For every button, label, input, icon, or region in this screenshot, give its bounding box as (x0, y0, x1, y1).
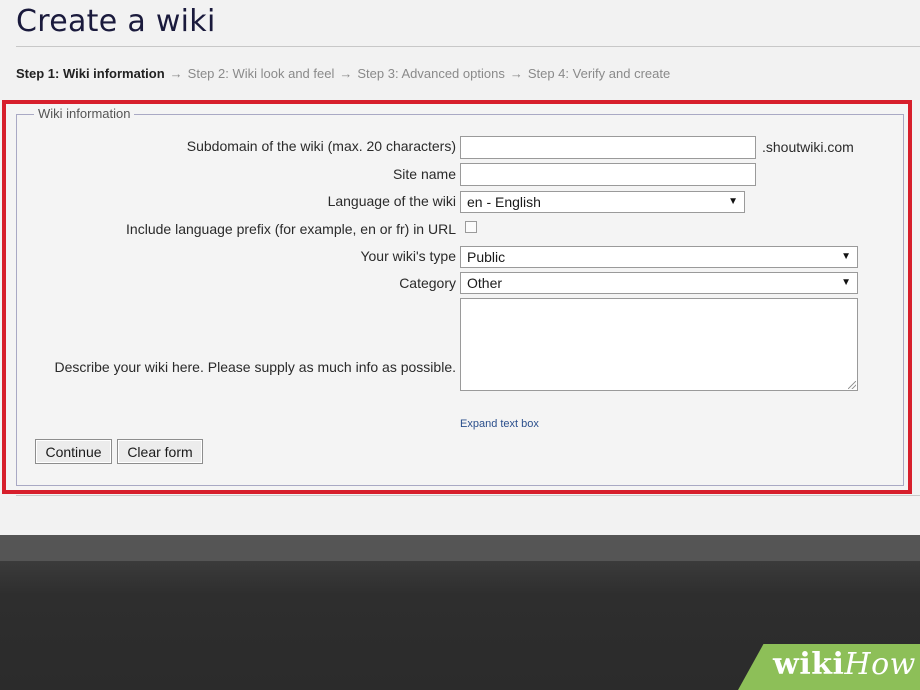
subdomain-input[interactable] (460, 136, 756, 159)
step-3: Step 3: Advanced options (357, 66, 505, 81)
category-label: Category (399, 275, 456, 291)
step-2: Step 2: Wiki look and feel (187, 66, 335, 81)
bezel-seam (0, 535, 920, 561)
page-area: Create a wiki Step 1: Wiki information → S… (0, 0, 920, 535)
logo-wiki: wiki (773, 647, 845, 682)
prefix-label: Include language prefix (for example, en… (126, 221, 456, 237)
chevron-down-icon: ▼ (841, 277, 851, 288)
category-select[interactable]: Other ▼ (460, 272, 858, 294)
chevron-down-icon: ▼ (841, 251, 851, 262)
wiki-type-selected-value: Public (467, 249, 506, 265)
step-arrow-icon: → (169, 66, 183, 81)
resize-grip-icon[interactable] (848, 381, 856, 389)
step-breadcrumb: Step 1: Wiki information → Step 2: Wiki lo… (16, 66, 670, 81)
subdomain-label: Subdomain of the wiki (max. 20 character… (186, 138, 456, 154)
language-select[interactable]: en - English ▼ (460, 191, 745, 213)
step-current: Step 1: Wiki information (16, 66, 165, 81)
language-selected-value: en - English (467, 194, 541, 210)
page-title: Create a wiki (16, 4, 216, 39)
site-name-input[interactable] (460, 163, 756, 186)
chevron-down-icon: ▼ (728, 196, 738, 207)
fieldset-legend: Wiki information (34, 106, 135, 121)
description-textarea[interactable] (460, 298, 858, 391)
description-label: Describe your wiki here. Please supply a… (54, 359, 456, 375)
logo-how: How (844, 647, 916, 682)
language-prefix-checkbox[interactable] (465, 221, 477, 233)
step-arrow-icon: → (509, 66, 523, 81)
step-4: Step 4: Verify and create (527, 66, 671, 81)
bottom-divider (16, 495, 920, 496)
site-name-label: Site name (392, 166, 456, 182)
wikihow-logo: wikiHow (773, 647, 916, 682)
expand-text-box-link[interactable]: Expand text box (460, 418, 539, 430)
clear-form-button[interactable]: Clear form (117, 439, 203, 464)
step-arrow-icon: → (339, 66, 353, 81)
title-divider (16, 46, 920, 47)
language-label: Language of the wiki (327, 193, 456, 209)
category-selected-value: Other (467, 275, 503, 291)
subdomain-suffix: .shoutwiki.com (762, 139, 854, 155)
continue-button[interactable]: Continue (35, 439, 112, 464)
wiki-type-select[interactable]: Public ▼ (460, 246, 858, 268)
wiki-type-label: Your wiki's type (360, 248, 456, 264)
